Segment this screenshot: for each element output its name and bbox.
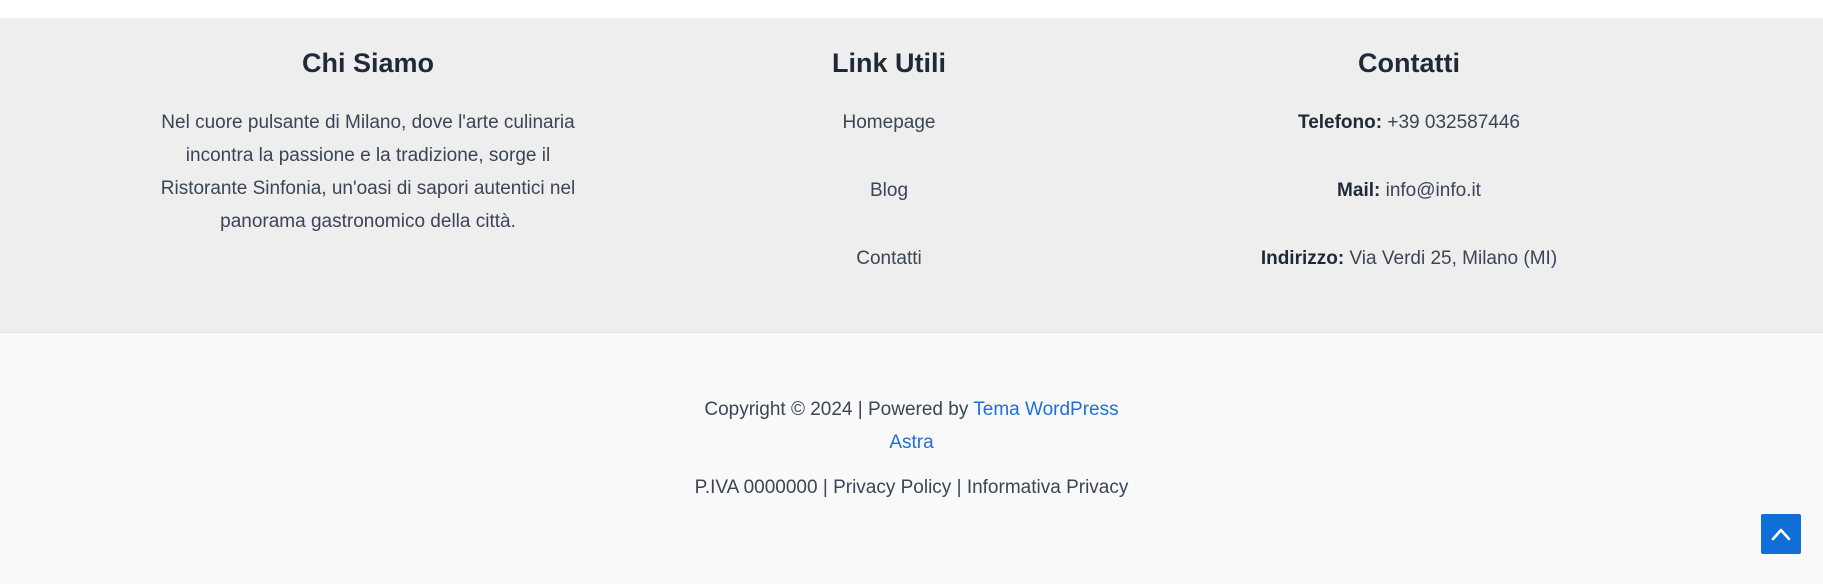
scroll-to-top-button[interactable] — [1761, 514, 1801, 554]
piva-text: P.IVA 0000000 — [694, 477, 818, 498]
contacts-title: Contatti — [1358, 48, 1460, 78]
phone-value: +39 032587446 — [1382, 112, 1520, 133]
address-label: Indirizzo: — [1260, 248, 1345, 269]
informativa-privacy-link[interactable]: Informativa Privacy — [967, 477, 1129, 498]
chevron-up-icon — [1771, 528, 1791, 541]
about-section: Chi Siamo Nel cuore pulsante di Milano, … — [140, 18, 596, 238]
homepage-link[interactable]: Homepage — [843, 112, 936, 133]
address-value: Via Verdi 25, Milano (MI) — [1344, 248, 1558, 269]
footer-widgets: Chi Siamo Nel cuore pulsante di Milano, … — [0, 18, 1823, 333]
contatti-link[interactable]: Contatti — [856, 248, 921, 269]
top-strip — [0, 0, 1823, 18]
mail-value: info@info.it — [1380, 180, 1481, 201]
links-title: Link Utili — [832, 48, 946, 78]
legal-separator: | — [951, 477, 967, 498]
links-list: Homepage Blog Contatti — [719, 106, 1059, 275]
mail-label: Mail: — [1337, 180, 1381, 201]
copyright-text: Copyright © 2024 | Powered by — [704, 399, 974, 420]
about-text: Nel cuore pulsante di Milano, dove l'art… — [160, 112, 576, 232]
links-section: Link Utili Homepage Blog Contatti — [719, 18, 1059, 310]
link-item-blog: Blog — [719, 174, 1059, 207]
about-title: Chi Siamo — [301, 48, 435, 78]
blog-link[interactable]: Blog — [870, 180, 908, 201]
privacy-policy-link[interactable]: Privacy Policy — [833, 477, 951, 498]
contact-address: Indirizzo: Via Verdi 25, Milano (MI) — [1180, 242, 1638, 275]
contact-list: Telefono: +39 032587446 Mail: info@info.… — [1180, 106, 1638, 275]
phone-label: Telefono: — [1298, 112, 1383, 133]
contacts-section: Contatti Telefono: +39 032587446 Mail: i… — [1180, 18, 1638, 310]
bottom-bar: Copyright © 2024 | Powered by Tema WordP… — [0, 333, 1823, 584]
link-item-homepage: Homepage — [719, 106, 1059, 139]
contact-phone: Telefono: +39 032587446 — [1180, 106, 1638, 139]
link-item-contatti: Contatti — [719, 242, 1059, 275]
copyright-block: Copyright © 2024 | Powered by Tema WordP… — [0, 393, 1823, 504]
legal-line: P.IVA 0000000 | Privacy Policy | Informa… — [0, 471, 1823, 504]
contact-mail: Mail: info@info.it — [1180, 174, 1638, 207]
copyright-line: Copyright © 2024 | Powered by Tema WordP… — [692, 393, 1132, 459]
legal-separator: | — [817, 477, 834, 498]
